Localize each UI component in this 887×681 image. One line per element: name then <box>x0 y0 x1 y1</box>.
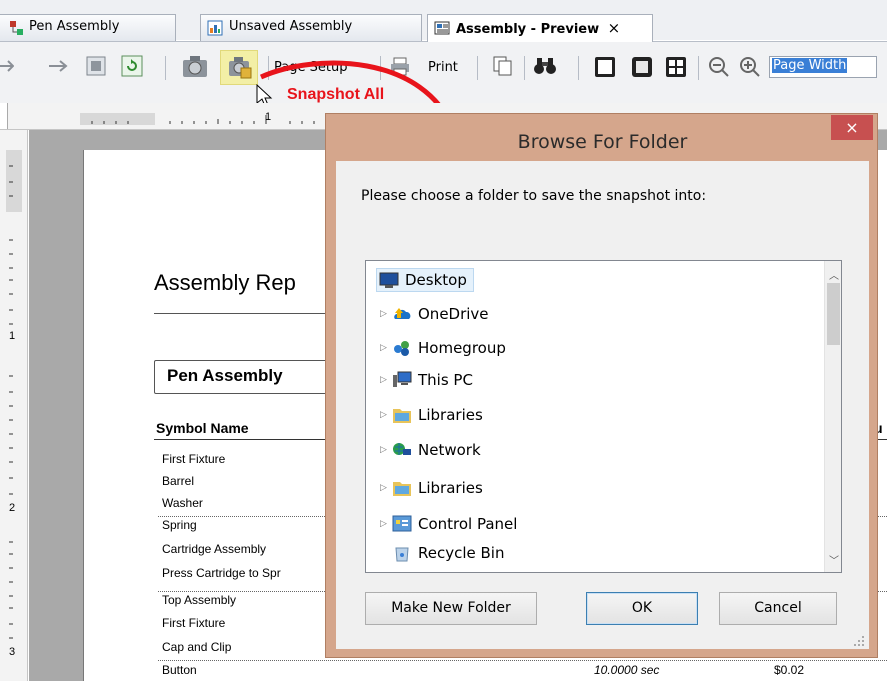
libraries-icon <box>393 482 411 496</box>
tree-item-label: Homegroup <box>418 339 506 357</box>
table-row: First Fixture <box>162 452 226 466</box>
dialog-body: Please choose a folder to save the snaps… <box>336 161 869 649</box>
tree-item-label: Recycle Bin <box>418 544 505 562</box>
ruler-label: 3 <box>9 646 16 658</box>
cancel-button[interactable]: Cancel <box>719 592 837 625</box>
tree-item-label: OneDrive <box>418 305 489 323</box>
snapshot-all-button[interactable] <box>220 50 258 85</box>
ok-button[interactable]: OK <box>586 592 698 625</box>
tree-item-network[interactable]: ▷ Network <box>380 438 481 462</box>
expand-arrow-icon[interactable]: ▷ <box>380 483 392 493</box>
refresh-icon[interactable] <box>120 54 144 78</box>
single-page-icon[interactable] <box>594 56 616 78</box>
tree-item-onedrive[interactable]: ▷ OneDrive <box>380 302 489 326</box>
recycle-bin-icon <box>395 547 409 562</box>
scrollbar-thumb[interactable] <box>827 283 840 345</box>
forward-arrow-icon[interactable] <box>48 58 68 74</box>
tree-item-label: Network <box>418 441 481 459</box>
table-row: Cap and Clip <box>162 640 232 654</box>
single-page-view-icon[interactable] <box>631 56 653 78</box>
tree-item-label: Desktop <box>405 271 467 289</box>
ruler-ticks <box>80 113 315 125</box>
folder-tree[interactable]: Desktop ▷ OneDrive ▷ Homegroup ▷ This PC… <box>365 260 842 573</box>
multi-page-icon[interactable] <box>665 56 687 78</box>
dialog-prompt: Please choose a folder to save the snaps… <box>361 188 707 204</box>
tree-item-desktop[interactable]: Desktop <box>376 268 474 292</box>
document-chart-icon <box>207 20 223 36</box>
tab-assembly-preview[interactable]: Assembly - Preview × <box>427 14 653 42</box>
tab-label: Pen Assembly <box>29 19 120 34</box>
table-row: Press Cartridge to Spr <box>162 566 281 580</box>
table-row: Cartridge Assembly <box>162 542 267 556</box>
zoom-level-field[interactable]: Page Width <box>769 56 877 78</box>
snapshot-all-icon <box>229 57 252 79</box>
table-row: Top Assembly <box>162 593 237 607</box>
tree-item-label: This PC <box>418 371 473 389</box>
tree-item-homegroup[interactable]: ▷ Homegroup <box>380 336 506 360</box>
tree-item-libraries[interactable]: ▷ Libraries <box>380 403 483 427</box>
tree-scrollbar[interactable]: ︿ ﹀ <box>824 261 841 572</box>
report-title: Assembly Rep <box>154 270 296 295</box>
find-binoculars-icon[interactable] <box>533 56 557 76</box>
onedrive-icon <box>394 308 411 319</box>
tab-label: Unsaved Assembly <box>229 19 353 34</box>
snapshot-icon[interactable] <box>180 53 210 81</box>
table-row: Barrel <box>162 474 195 488</box>
tree-item-label: Libraries <box>418 479 483 497</box>
table-row: Spring <box>162 518 197 532</box>
desktop-icon <box>379 272 399 288</box>
table-row: First Fixture <box>162 616 226 630</box>
expand-arrow-icon[interactable]: ▷ <box>380 519 392 529</box>
first-page-icon[interactable] <box>85 55 107 77</box>
resize-grip-icon[interactable] <box>853 635 865 647</box>
expand-arrow-icon[interactable]: ▷ <box>380 343 392 353</box>
tree-item-recycle-bin[interactable]: Recycle Bin <box>392 541 504 565</box>
tree-item-libraries-2[interactable]: ▷ Libraries <box>380 476 483 500</box>
computer-icon <box>393 371 412 387</box>
tree-item-label: Control Panel <box>418 515 518 533</box>
tab-label: Assembly - Preview <box>456 22 600 37</box>
expand-arrow-icon[interactable]: ▷ <box>380 375 392 385</box>
expand-arrow-icon[interactable]: ▷ <box>380 410 392 420</box>
scroll-up-icon[interactable]: ︿ <box>829 267 839 282</box>
preview-icon <box>434 21 450 35</box>
vertical-ruler-ticks <box>6 150 22 639</box>
close-icon: × <box>845 118 859 137</box>
document-tab-bar: Pen Assembly Unsaved Assembly Assembly -… <box>0 0 887 42</box>
dialog-close-button[interactable]: × <box>831 115 873 140</box>
zoom-out-icon[interactable] <box>708 56 730 78</box>
zoom-in-icon[interactable] <box>739 56 761 78</box>
tab-close-icon[interactable]: × <box>608 19 621 37</box>
control-panel-icon <box>392 515 412 532</box>
dialog-title: Browse For Folder <box>517 131 688 153</box>
make-new-folder-button[interactable]: Make New Folder <box>365 592 537 625</box>
tree-item-label: Libraries <box>418 406 483 424</box>
table-row: Button <box>162 663 197 677</box>
vertical-ruler: 1 2 3 <box>0 130 28 681</box>
copy-icon[interactable] <box>493 56 513 76</box>
zoom-level-value: Page Width <box>772 58 848 73</box>
back-arrow-icon[interactable] <box>0 58 14 74</box>
tab-pen-assembly[interactable]: Pen Assembly <box>0 14 176 41</box>
libraries-icon <box>393 409 411 423</box>
network-icon <box>393 443 411 455</box>
assembly-icon <box>10 21 23 35</box>
column-header-symbol-name: Symbol Name <box>156 420 249 436</box>
expand-arrow-icon[interactable]: ▷ <box>380 309 392 319</box>
scroll-down-icon[interactable]: ﹀ <box>829 552 839 567</box>
row-cost-value: $0.02 <box>774 663 805 677</box>
ruler-label: 2 <box>9 502 16 514</box>
row-time-value: 10.0000 sec <box>594 663 660 677</box>
ruler-label: 1 <box>9 330 16 342</box>
table-row: Washer <box>162 496 203 510</box>
tab-unsaved-assembly[interactable]: Unsaved Assembly <box>200 14 422 41</box>
tree-item-this-pc[interactable]: ▷ This PC <box>380 368 473 392</box>
tree-item-control-panel[interactable]: ▷ Control Panel <box>380 512 517 536</box>
browse-for-folder-dialog: Browse For Folder × Please choose a fold… <box>325 113 878 658</box>
ruler-label: 1 <box>265 111 272 123</box>
homegroup-icon <box>394 341 409 356</box>
expand-arrow-icon[interactable]: ▷ <box>380 445 392 455</box>
